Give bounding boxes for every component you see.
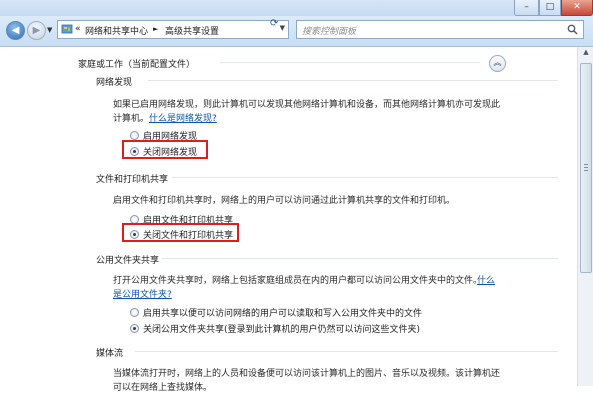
grip-line: [584, 164, 588, 165]
search-placeholder: 搜索控制面板: [302, 27, 357, 37]
address-bar[interactable]: « 网络和共享中心 ► 高级共享设置 ▼: [57, 20, 289, 39]
vertical-scrollbar[interactable]: ▲: [577, 47, 593, 386]
radio-label-disable-public-sharing[interactable]: 关闭公用文件夹共享(登录到此计算机的用户仍然可以访问这些文件夹): [143, 322, 420, 335]
public-folder-help-link[interactable]: 什么: [477, 273, 495, 286]
section-divider: [172, 177, 558, 178]
network-discovery-desc: 如果已启用网络发现，则此计算机可以发现其他网络计算机和设备，而其他网络计算机亦可…: [113, 100, 501, 110]
media-streaming-heading: 媒体流: [96, 349, 124, 359]
section-divider: [135, 351, 558, 352]
breadcrumb-network-center[interactable]: 网络和共享中心: [85, 24, 148, 37]
radio-label-enable-public-sharing[interactable]: 启用共享以便可以访问网络的用户可以读取和写入公用文件夹中的文件: [143, 306, 422, 319]
network-discovery-help-link[interactable]: 什么是网络发现?: [149, 111, 217, 124]
public-folder-help-link-cont[interactable]: 是公用文件夹?: [113, 287, 172, 300]
maximize-button[interactable]: □: [539, 0, 561, 16]
section-divider: [148, 80, 558, 81]
profile-title: 家庭或工作（当前配置文件）: [78, 60, 196, 70]
section-divider: [162, 258, 558, 259]
settings-content: 家庭或工作（当前配置文件） 网络发现 如果已启用网络发现，则此计算机可以发现其他…: [0, 47, 576, 393]
radio-disable-public-sharing[interactable]: [130, 324, 139, 333]
minimize-button[interactable]: –: [514, 0, 539, 16]
close-button[interactable]: ✕: [561, 0, 593, 16]
network-discovery-desc-cont: 计算机。: [113, 114, 150, 124]
address-dropdown-icon[interactable]: ▼: [280, 24, 285, 32]
grip-line: [584, 170, 588, 171]
breadcrumb-advanced-sharing[interactable]: 高级共享设置: [165, 24, 219, 37]
file-printer-desc: 启用文件和打印机共享时，网络上的用户可以访问通过此计算机共享的文件和打印机。: [113, 196, 456, 206]
breadcrumb-separator-icon: «: [75, 24, 81, 34]
back-button[interactable]: ◀: [6, 21, 25, 40]
radio-enable-public-sharing[interactable]: [130, 308, 139, 317]
scroll-up-icon[interactable]: ▲: [580, 48, 592, 62]
search-icon[interactable]: [567, 24, 578, 35]
highlight-box: [122, 140, 208, 159]
media-streaming-desc-cont: 可以在网络上查找媒体。: [113, 383, 213, 393]
network-discovery-heading: 网络发现: [96, 78, 133, 88]
media-streaming-desc: 当媒体流打开时，网络上的人员和设备便可以访问该计算机上的图片、音乐以及视频。该计…: [113, 369, 501, 379]
refresh-icon[interactable]: ⟳: [270, 18, 278, 29]
scrollbar-thumb[interactable]: [580, 63, 592, 273]
highlight-box: [122, 223, 239, 242]
radio-enable-network-discovery[interactable]: [130, 131, 139, 140]
grip-line: [584, 167, 588, 168]
collapse-profile-button[interactable]: ︽: [489, 55, 506, 72]
control-panel-icon: [61, 24, 73, 34]
recent-pages-dropdown-icon[interactable]: ▼: [47, 26, 52, 34]
file-printer-heading: 文件和打印机共享: [96, 175, 169, 185]
public-folder-heading: 公用文件夹共享: [96, 256, 160, 266]
profile-divider: [220, 62, 480, 63]
navigation-bar: ◀ ▶ ▼ « 网络和共享中心 ► 高级共享设置 ▼ ⟳ 搜索控制面板: [0, 16, 593, 47]
forward-button[interactable]: ▶: [27, 21, 46, 40]
public-folder-desc: 打开公用文件夹共享时，网络上包括家庭组成员在内的用户都可以访问公用文件夹中的文件…: [113, 276, 483, 286]
search-box[interactable]: 搜索控制面板: [296, 20, 584, 39]
breadcrumb-arrow-icon[interactable]: ►: [153, 25, 158, 33]
